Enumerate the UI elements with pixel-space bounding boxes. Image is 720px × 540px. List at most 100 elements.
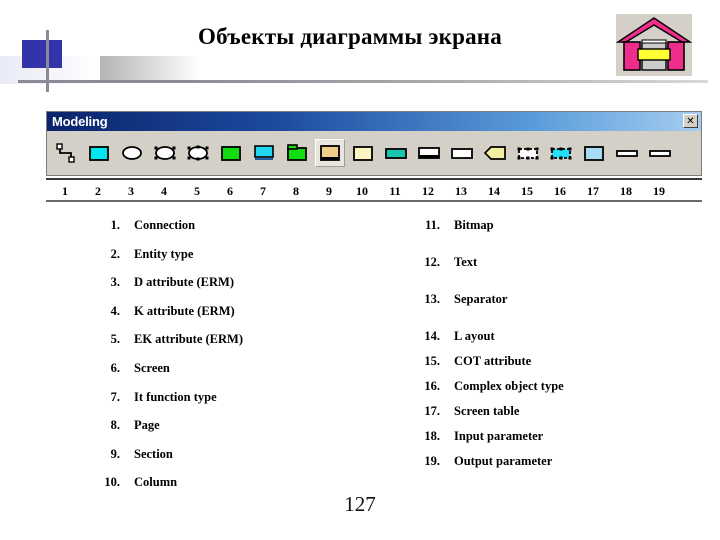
legend-item: 3. D attribute (ERM)	[92, 275, 392, 290]
output-parameter-icon	[649, 150, 671, 157]
legend-item-number: 3.	[110, 275, 120, 290]
legend-item-label: K attribute (ERM)	[134, 303, 235, 318]
toolbar-number-12: 12	[422, 183, 434, 198]
page-title: Объекты диаграммы экрана	[198, 24, 502, 49]
legend-item: 15. COT attribute	[412, 354, 712, 369]
legend-item-number: 10.	[104, 475, 120, 490]
legend-column-right: 11. Bitmap 12. Text 13. Separator 14. L ayout 15…	[412, 218, 712, 479]
header-blue-square	[22, 40, 62, 68]
slide-header: Объекты диаграммы экрана	[0, 0, 720, 100]
toolbar-button-page[interactable]	[282, 139, 312, 167]
header-vertical-rule	[46, 30, 49, 92]
toolbar-button-column[interactable]	[348, 139, 378, 167]
legend-item-label: L ayout	[454, 329, 495, 343]
house-lintel-icon	[641, 39, 667, 44]
legend-item-label: Separator	[454, 292, 508, 306]
it-function-type-icon	[254, 145, 274, 160]
legend-item-label: EK attribute (ERM)	[134, 332, 244, 347]
section-icon	[320, 145, 340, 161]
legend-item-label: COT attribute	[454, 354, 532, 368]
legend-item: 12. Text	[412, 255, 712, 270]
legend-item-number: 18.	[424, 429, 440, 443]
toolbar-number-5: 5	[194, 183, 200, 198]
legend-item: 9. Section	[92, 447, 392, 462]
toolbar-number-separator-top	[46, 178, 702, 180]
toolbar-number-2: 2	[95, 183, 101, 198]
toolbar-number-9: 9	[326, 183, 332, 198]
column-icon	[353, 146, 373, 161]
toolbar-button-it-function-type[interactable]	[249, 139, 279, 167]
toolbar-number-7: 7	[260, 183, 266, 198]
toolbar-number-11: 11	[389, 183, 401, 198]
toolbar-button-screen-table[interactable]	[579, 139, 609, 167]
connection-icon	[56, 143, 75, 163]
toolbar-button-section[interactable]	[315, 139, 345, 167]
toolbar-button-k-attribute[interactable]	[150, 139, 180, 167]
legend-item-number: 6.	[110, 360, 120, 375]
legend-item-number: 5.	[110, 332, 120, 347]
k-attribute-icon	[154, 146, 176, 160]
legend-item: 8. Page	[92, 418, 392, 433]
cot-attribute-icon	[517, 147, 539, 160]
toolbar-button-output-parameter[interactable]	[645, 139, 675, 167]
toolbar-button-d-attribute[interactable]	[117, 139, 147, 167]
toolbar-number-15: 15	[521, 183, 533, 198]
legend-item-label: Entity type	[134, 246, 194, 261]
toolbar-number-separator-bottom	[46, 200, 702, 202]
toolbar-button-ek-attribute[interactable]	[183, 139, 213, 167]
legend-item-number: 15.	[424, 354, 440, 368]
modeling-toolbar-window: Modeling ✕	[46, 111, 702, 176]
toolbar-button-layout[interactable]	[480, 139, 510, 167]
text-icon	[418, 147, 440, 159]
toolbar-button-entity-type[interactable]	[84, 139, 114, 167]
legend-item-label: Screen table	[454, 404, 520, 418]
legend-item-number: 4.	[110, 303, 120, 318]
toolbar-number-8: 8	[293, 183, 299, 198]
legend-item-number: 1.	[110, 218, 120, 232]
toolbar-button-screen[interactable]	[216, 139, 246, 167]
screen-icon	[221, 146, 241, 161]
toolbar-number-1: 1	[62, 183, 68, 198]
legend: 1. Connection 2. Entity type 3. D attribute (…	[0, 218, 720, 489]
house-logo	[615, 14, 693, 76]
legend-item-number: 12.	[424, 255, 440, 269]
toolbar-title: Modeling	[52, 114, 108, 129]
legend-item: 1. Connection	[92, 218, 392, 233]
legend-item: 14. L ayout	[412, 329, 712, 344]
house-logo-svg	[615, 17, 693, 71]
toolbar-button-text[interactable]	[414, 139, 444, 167]
toolbar-button-separator[interactable]	[447, 139, 477, 167]
close-icon[interactable]: ✕	[683, 114, 698, 128]
legend-item: 6. Screen	[92, 361, 392, 376]
header-gradient-mid	[100, 56, 200, 82]
toolbar-button-input-parameter[interactable]	[612, 139, 642, 167]
toolbar-titlebar[interactable]: Modeling ✕	[47, 112, 701, 131]
legend-item: 7. It function type	[92, 390, 392, 405]
toolbar-button-complex-object-type[interactable]	[546, 139, 576, 167]
legend-item-label: Page	[134, 418, 160, 433]
legend-item-number: 8.	[110, 418, 120, 433]
legend-item-number: 17.	[424, 404, 440, 418]
toolbar-number-6: 6	[227, 183, 233, 198]
legend-item: 10. Column	[92, 475, 392, 490]
toolbar-number-13: 13	[455, 183, 467, 198]
toolbar-button-cot-attribute[interactable]	[513, 139, 543, 167]
legend-item-label: Section	[134, 446, 173, 461]
toolbar-number-10: 10	[356, 183, 368, 198]
header-horizontal-rule-accent	[18, 80, 98, 83]
toolbar-number-16: 16	[554, 183, 566, 198]
legend-item-number: 9.	[110, 446, 120, 461]
separator-icon	[451, 148, 473, 159]
legend-item-label: Complex object type	[454, 379, 564, 393]
entity-type-icon	[89, 146, 109, 161]
header-horizontal-rule	[18, 80, 708, 83]
legend-item: 13. Separator	[412, 292, 712, 307]
toolbar-number-18: 18	[620, 183, 632, 198]
screen-table-icon	[584, 146, 604, 161]
toolbar-button-bitmap[interactable]	[381, 139, 411, 167]
legend-column-left: 1. Connection 2. Entity type 3. D attribute (…	[92, 218, 392, 504]
legend-item-number: 7.	[110, 389, 120, 404]
toolbar-button-connection[interactable]	[51, 139, 81, 167]
legend-item: 16. Complex object type	[412, 379, 712, 394]
legend-item-label: Bitmap	[454, 218, 494, 232]
